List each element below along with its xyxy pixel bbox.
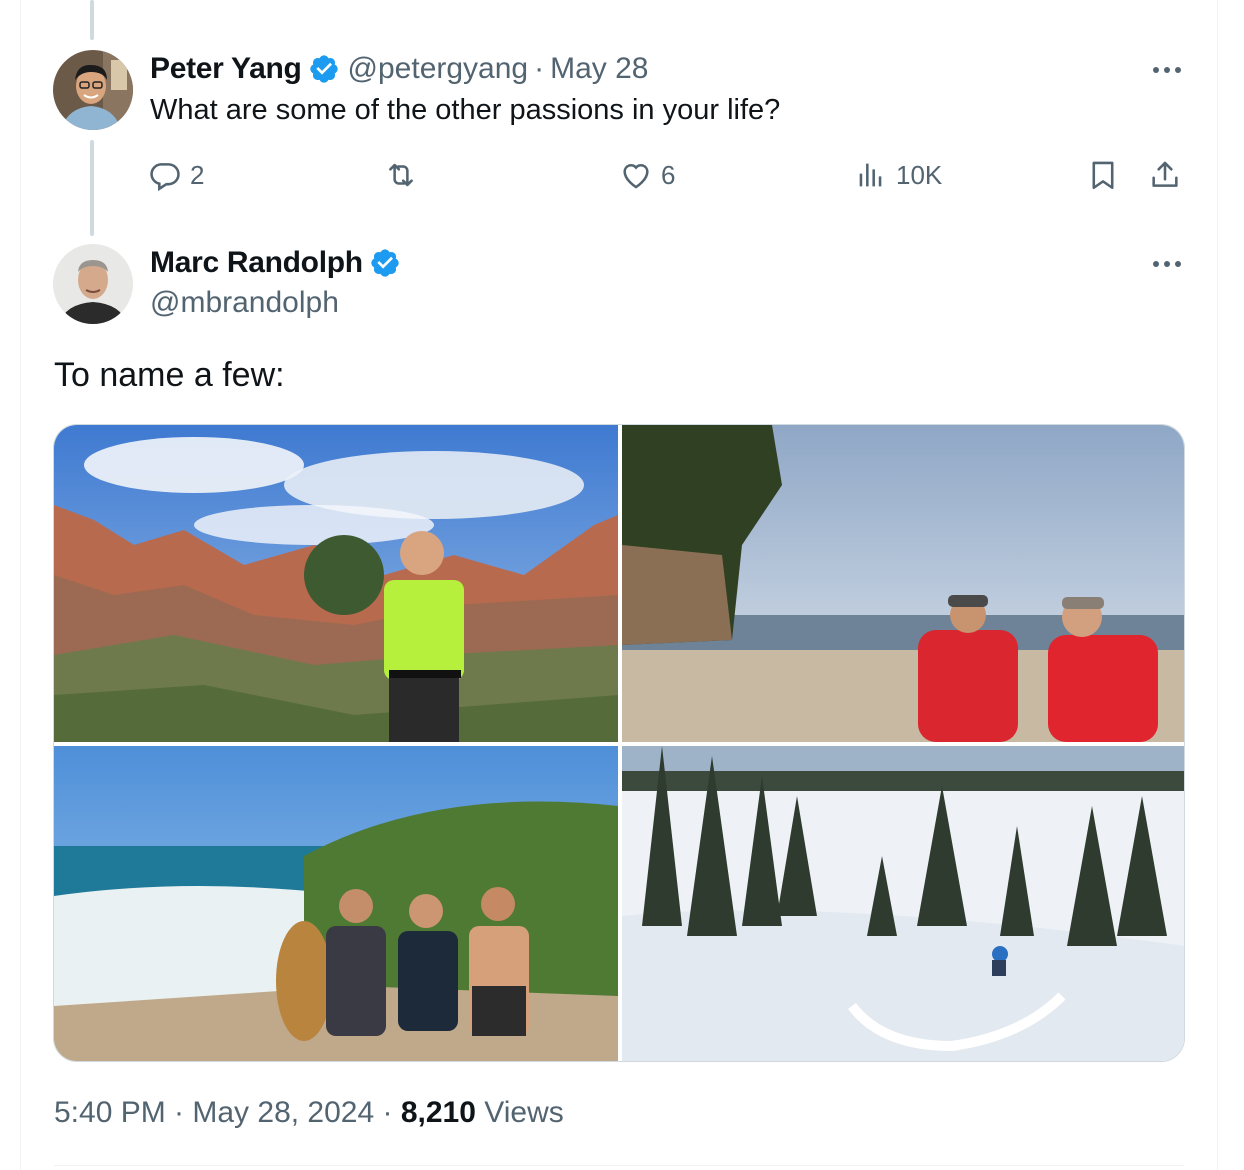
author-name[interactable]: Marc Randolph (150, 246, 363, 280)
tweet-date[interactable]: May 28 (550, 52, 648, 86)
view-count-total: 8,210 (400, 1096, 476, 1129)
thread-line (90, 140, 94, 236)
reply-text: What are some of the other passions in y… (150, 94, 781, 126)
media-grid (53, 424, 1185, 1062)
like-button[interactable]: 6 (619, 158, 675, 192)
like-count: 6 (661, 159, 676, 190)
more-icon[interactable] (1147, 60, 1187, 80)
share-button[interactable] (1148, 158, 1182, 192)
retweet-button[interactable] (384, 158, 426, 192)
tweet-timestamp[interactable]: 5:40 PM · May 28, 2024 (54, 1096, 374, 1129)
author-name[interactable]: Peter Yang (150, 52, 302, 86)
view-count: 10K (896, 159, 943, 190)
tweet-meta: 5:40 PM · May 28, 2024 · 8,210 Views (54, 1096, 564, 1130)
reply-count: 2 (190, 159, 205, 190)
thread-line (90, 0, 94, 40)
retweet-icon (389, 163, 413, 187)
views-button[interactable]: 10K (854, 158, 942, 192)
like-icon (623, 163, 649, 189)
views-label: Views (475, 1096, 564, 1129)
reply-icon (150, 163, 180, 192)
avatar-peter[interactable] (53, 50, 133, 130)
photo-hiking[interactable] (54, 425, 618, 742)
reply-header: Peter Yang @petergyang · May 28 (150, 52, 649, 86)
author-handle[interactable]: @mbrandolph (150, 286, 339, 320)
action-bar: 2 6 10K (148, 158, 1188, 198)
photo-ski[interactable] (622, 746, 1184, 1061)
separator-dot: · (534, 52, 545, 85)
share-icon (1152, 161, 1178, 187)
bookmark-icon (1092, 161, 1114, 190)
verified-icon[interactable] (308, 53, 340, 85)
photo-beach[interactable] (622, 425, 1184, 742)
avatar-marc[interactable] (53, 244, 133, 324)
divider (54, 1165, 1184, 1166)
more-icon[interactable] (1147, 254, 1187, 274)
bookmark-button[interactable] (1086, 158, 1120, 192)
separator-dot: · (374, 1096, 401, 1129)
verified-icon[interactable] (369, 247, 401, 279)
views-icon (859, 163, 882, 187)
photo-surf[interactable] (54, 746, 618, 1061)
main-header: Marc Randolph (150, 246, 401, 280)
author-handle[interactable]: @petergyang (348, 52, 529, 86)
reply-button[interactable]: 2 (148, 158, 204, 192)
tweet-text: To name a few: (54, 356, 285, 394)
